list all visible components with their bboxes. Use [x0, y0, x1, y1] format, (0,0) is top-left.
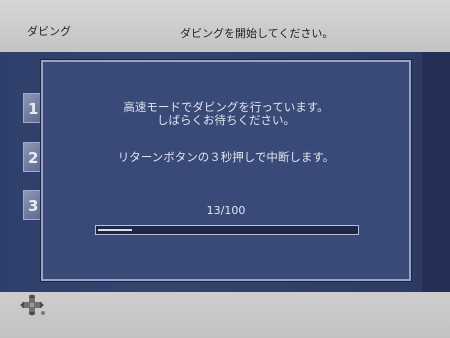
dpad-icon [20, 294, 46, 316]
instruction-message: ダビングを開始してください。 [180, 27, 334, 40]
screen-title: ダビング [27, 25, 71, 38]
status-line-2: しばらくお待ちください。 [157, 113, 295, 127]
right-strip [422, 52, 450, 292]
progress-bar-fill [98, 229, 132, 231]
dubbing-progress-dialog: 高速モードでダビングを行っています。 しばらくお待ちください。 リターンボタンの… [41, 60, 411, 281]
progress-bar [95, 225, 359, 235]
cancel-hint: リターンボタンの３秒押しで中断します。 [117, 150, 335, 164]
footer-bar [0, 292, 450, 338]
progress-counter: 13/100 [206, 204, 246, 217]
header-bar: ダビング ダビングを開始してください。 [0, 0, 450, 52]
